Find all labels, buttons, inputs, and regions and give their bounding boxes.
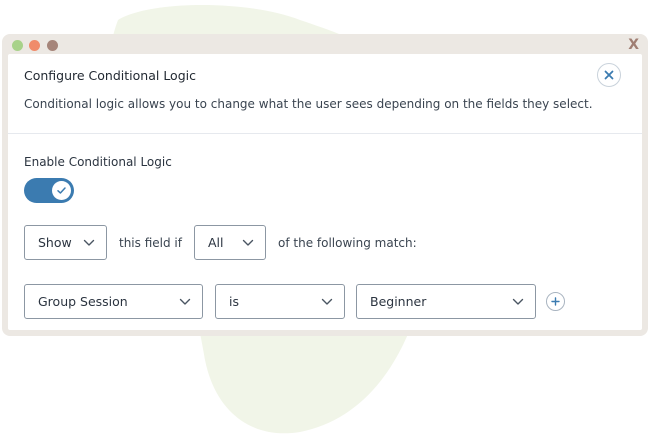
add-rule-button[interactable] bbox=[546, 292, 565, 311]
chevron-down-icon bbox=[179, 298, 191, 305]
modal-divider bbox=[8, 133, 642, 134]
following-match-text: of the following match: bbox=[278, 236, 417, 250]
action-select-value: Show bbox=[38, 235, 72, 250]
chevron-down-icon bbox=[321, 298, 333, 305]
chevron-down-icon bbox=[242, 239, 254, 246]
match-select-value: All bbox=[208, 235, 224, 250]
modal-description: Conditional logic allows you to change w… bbox=[24, 97, 593, 111]
plus-circle-icon bbox=[551, 297, 560, 306]
rule-value-select-value: Beginner bbox=[370, 294, 427, 309]
action-select[interactable]: Show bbox=[24, 225, 107, 260]
rule-field-select-value: Group Session bbox=[38, 294, 128, 309]
modal-close-button[interactable] bbox=[597, 63, 621, 87]
checkmark-icon bbox=[57, 187, 66, 194]
chevron-down-icon bbox=[83, 239, 95, 246]
enable-logic-label: Enable Conditional Logic bbox=[24, 155, 172, 169]
app-window: X Configure Conditional Logic Conditiona… bbox=[2, 34, 648, 336]
close-icon bbox=[604, 70, 614, 80]
chevron-down-icon bbox=[512, 298, 524, 305]
modal-title: Configure Conditional Logic bbox=[24, 68, 196, 83]
enable-logic-toggle[interactable] bbox=[24, 178, 74, 203]
window-dot-brown[interactable] bbox=[47, 40, 58, 51]
window-dot-green[interactable] bbox=[12, 40, 23, 51]
window-dot-orange[interactable] bbox=[29, 40, 40, 51]
window-titlebar: X bbox=[2, 34, 648, 54]
toggle-knob bbox=[52, 181, 71, 200]
this-field-if-text: this field if bbox=[119, 236, 182, 250]
rule-field-select[interactable]: Group Session bbox=[24, 284, 203, 319]
match-select[interactable]: All bbox=[194, 225, 266, 260]
rule-operator-select[interactable]: is bbox=[215, 284, 345, 319]
rule-operator-select-value: is bbox=[229, 294, 239, 309]
window-close-button[interactable]: X bbox=[628, 37, 639, 53]
rule-value-select[interactable]: Beginner bbox=[356, 284, 536, 319]
conditional-logic-modal: Configure Conditional Logic Conditional … bbox=[8, 54, 642, 330]
